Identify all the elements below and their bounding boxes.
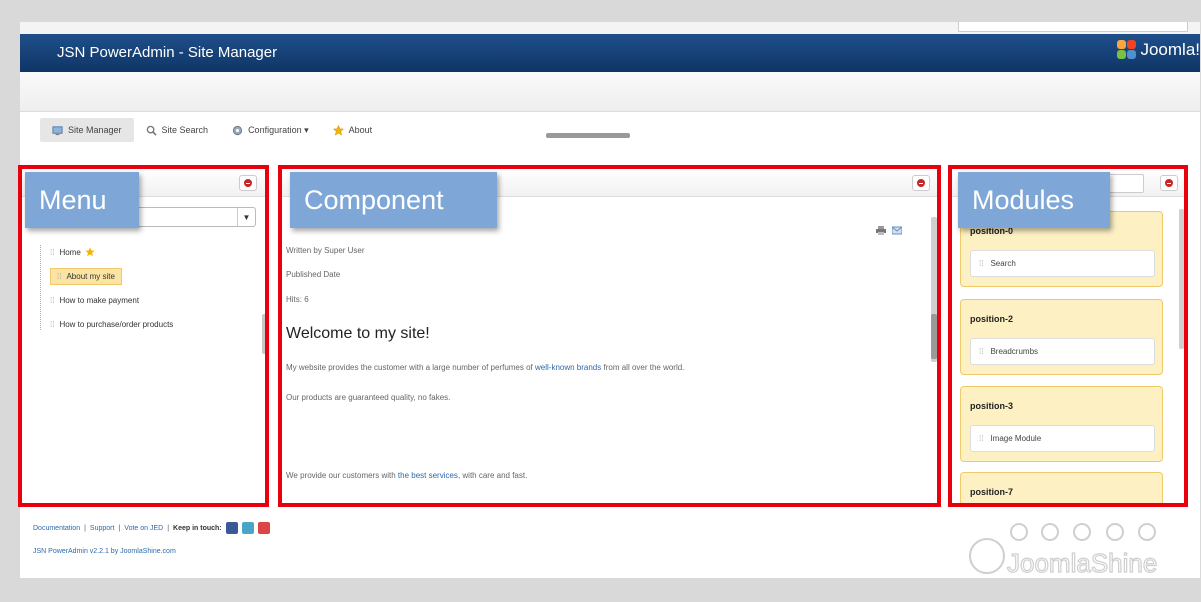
top-strip (20, 22, 1200, 34)
toolbar-configuration-label: Configuration ▾ (248, 124, 309, 135)
joomla-logo-text: Joomla! (1140, 40, 1200, 59)
menu-item-label: How to purchase/order products (59, 319, 174, 329)
close-icon (917, 179, 925, 187)
menu-item-payment[interactable]: ⁞⁞ How to make payment (40, 288, 265, 312)
article-author: Written by Super User (286, 246, 365, 255)
menu-item-label: About my site (66, 271, 115, 281)
module-position-2[interactable]: position-2 ⁞⁞ Breadcrumbs (960, 299, 1163, 375)
component-overlay-label: Component (290, 172, 497, 228)
footer-documentation-link[interactable]: Documentation (33, 525, 80, 532)
sub-header-bar (20, 72, 1200, 112)
module-breadcrumbs[interactable]: ⁞⁞ Breadcrumbs (970, 338, 1155, 365)
email-icon[interactable] (892, 226, 902, 235)
footer-separator: | (167, 524, 170, 532)
drag-handle-icon[interactable]: ⁞⁞ (57, 272, 61, 281)
footer-support-link[interactable]: Support (90, 525, 115, 532)
article-published-date: Published Date (286, 270, 341, 279)
paragraph-text: We provide our customers with (286, 471, 398, 480)
menu-overlay-label: Menu (25, 172, 139, 228)
default-home-star-icon (85, 247, 95, 257)
position-name: position-7 (970, 487, 1013, 497)
panel-resize-handle[interactable] (546, 133, 630, 138)
footer-credit[interactable]: JSN PowerAdmin v2.2.1 by JoomlaShine.com (33, 548, 176, 555)
position-name: position-2 (970, 314, 1013, 324)
menu-item-purchase[interactable]: ⁞⁞ How to purchase/order products (40, 312, 265, 336)
well-known-brands-link[interactable]: well-known brands (535, 363, 601, 372)
module-label: Breadcrumbs (990, 347, 1039, 356)
paragraph-text: from all over the world. (601, 363, 685, 372)
menu-item-label: How to make payment (59, 295, 140, 305)
menu-item-about[interactable]: ⁞⁞ About my site (40, 264, 265, 288)
drag-handle-icon[interactable]: ⁞⁞ (979, 434, 983, 443)
modules-overlay-label: Modules (958, 172, 1110, 228)
title-bar: JSN PowerAdmin - Site Manager Joomla! (20, 34, 1200, 72)
star-icon (332, 124, 344, 136)
best-services-link[interactable]: the best services (398, 471, 458, 480)
drag-handle-icon[interactable]: ⁞⁞ (50, 248, 54, 257)
article-hits: Hits: 6 (286, 295, 309, 304)
menu-panel-close-button[interactable] (239, 175, 257, 191)
modules-panel-close-button[interactable] (1160, 175, 1178, 191)
joomlashine-logo-icon: JoomlaShine (969, 523, 1158, 579)
menu-item-home[interactable]: ⁞⁞ Home (40, 240, 265, 264)
youtube-icon[interactable] (257, 522, 270, 534)
menu-item-selected-highlight: ⁞⁞ About my site (50, 267, 122, 285)
article-actions (876, 226, 902, 235)
footer-vote-link[interactable]: Vote on JED (124, 525, 163, 532)
drag-handle-icon[interactable]: ⁞⁞ (979, 347, 983, 356)
footer-keep-in-touch: Keep in touch: (173, 524, 222, 532)
drag-handle-icon[interactable]: ⁞⁞ (50, 296, 54, 305)
module-image[interactable]: ⁞⁞ Image Module (970, 425, 1155, 452)
top-search-field[interactable] (958, 22, 1188, 32)
component-panel-close-button[interactable] (912, 175, 930, 191)
app-title: JSN PowerAdmin - Site Manager (57, 44, 278, 61)
close-icon (1165, 179, 1173, 187)
module-label: Search (990, 259, 1016, 268)
main-toolbar: Site Manager Site Search Configuration ▾… (40, 118, 384, 142)
module-search[interactable]: ⁞⁞ Search (970, 250, 1155, 277)
article-paragraph-2: Our products are guaranteed quality, no … (286, 393, 451, 402)
site-manager-icon (52, 125, 63, 135)
joomla-logo[interactable]: Joomla! (1117, 40, 1200, 60)
drag-handle-icon[interactable]: ⁞⁞ (979, 259, 983, 268)
close-icon (244, 179, 252, 187)
module-position-3[interactable]: position-3 ⁞⁞ Image Module (960, 386, 1163, 462)
position-name: position-3 (970, 401, 1013, 411)
footer-separator: | (118, 524, 121, 532)
article-heading: Welcome to my site! (286, 325, 430, 342)
joomlashine-watermark: JoomlaShine (965, 520, 1185, 580)
toolbar-site-manager-label: Site Manager (68, 125, 122, 135)
paragraph-text: , with care and fast. (457, 471, 528, 480)
brand-text: JoomlaShine (1007, 548, 1157, 578)
component-scrollbar-thumb[interactable] (931, 314, 937, 359)
facebook-icon[interactable] (225, 522, 238, 534)
menu-item-label: Home (59, 247, 81, 257)
joomla-logo-icon (1117, 40, 1137, 60)
gear-icon (232, 125, 243, 135)
paragraph-text: My website provides the customer with a … (286, 363, 535, 372)
twitter-icon[interactable] (241, 522, 254, 534)
toolbar-site-search[interactable]: Site Search (134, 118, 221, 142)
modules-scrollbar[interactable] (1179, 209, 1184, 349)
menu-tree: ⁞⁞ Home ⁞⁞ About my site ⁞⁞ How to make … (40, 240, 265, 336)
toolbar-configuration[interactable]: Configuration ▾ (220, 118, 321, 142)
print-icon[interactable] (876, 226, 886, 235)
toolbar-site-manager[interactable]: Site Manager (40, 118, 134, 142)
article-paragraph-1: My website provides the customer with a … (286, 363, 684, 372)
article-paragraph-3: We provide our customers with the best s… (286, 471, 527, 480)
footer-links: Documentation | Support | Vote on JED | … (33, 522, 270, 534)
footer-separator: | (84, 524, 86, 532)
drag-handle-icon[interactable]: ⁞⁞ (50, 320, 54, 329)
module-label: Image Module (990, 434, 1042, 443)
chevron-down-icon: ▼ (237, 208, 255, 226)
toolbar-site-search-label: Site Search (161, 125, 209, 135)
module-position-7[interactable]: position-7 (960, 472, 1163, 503)
search-icon (146, 125, 157, 136)
toolbar-about-label: About (348, 125, 373, 135)
toolbar-about[interactable]: About (321, 118, 385, 142)
